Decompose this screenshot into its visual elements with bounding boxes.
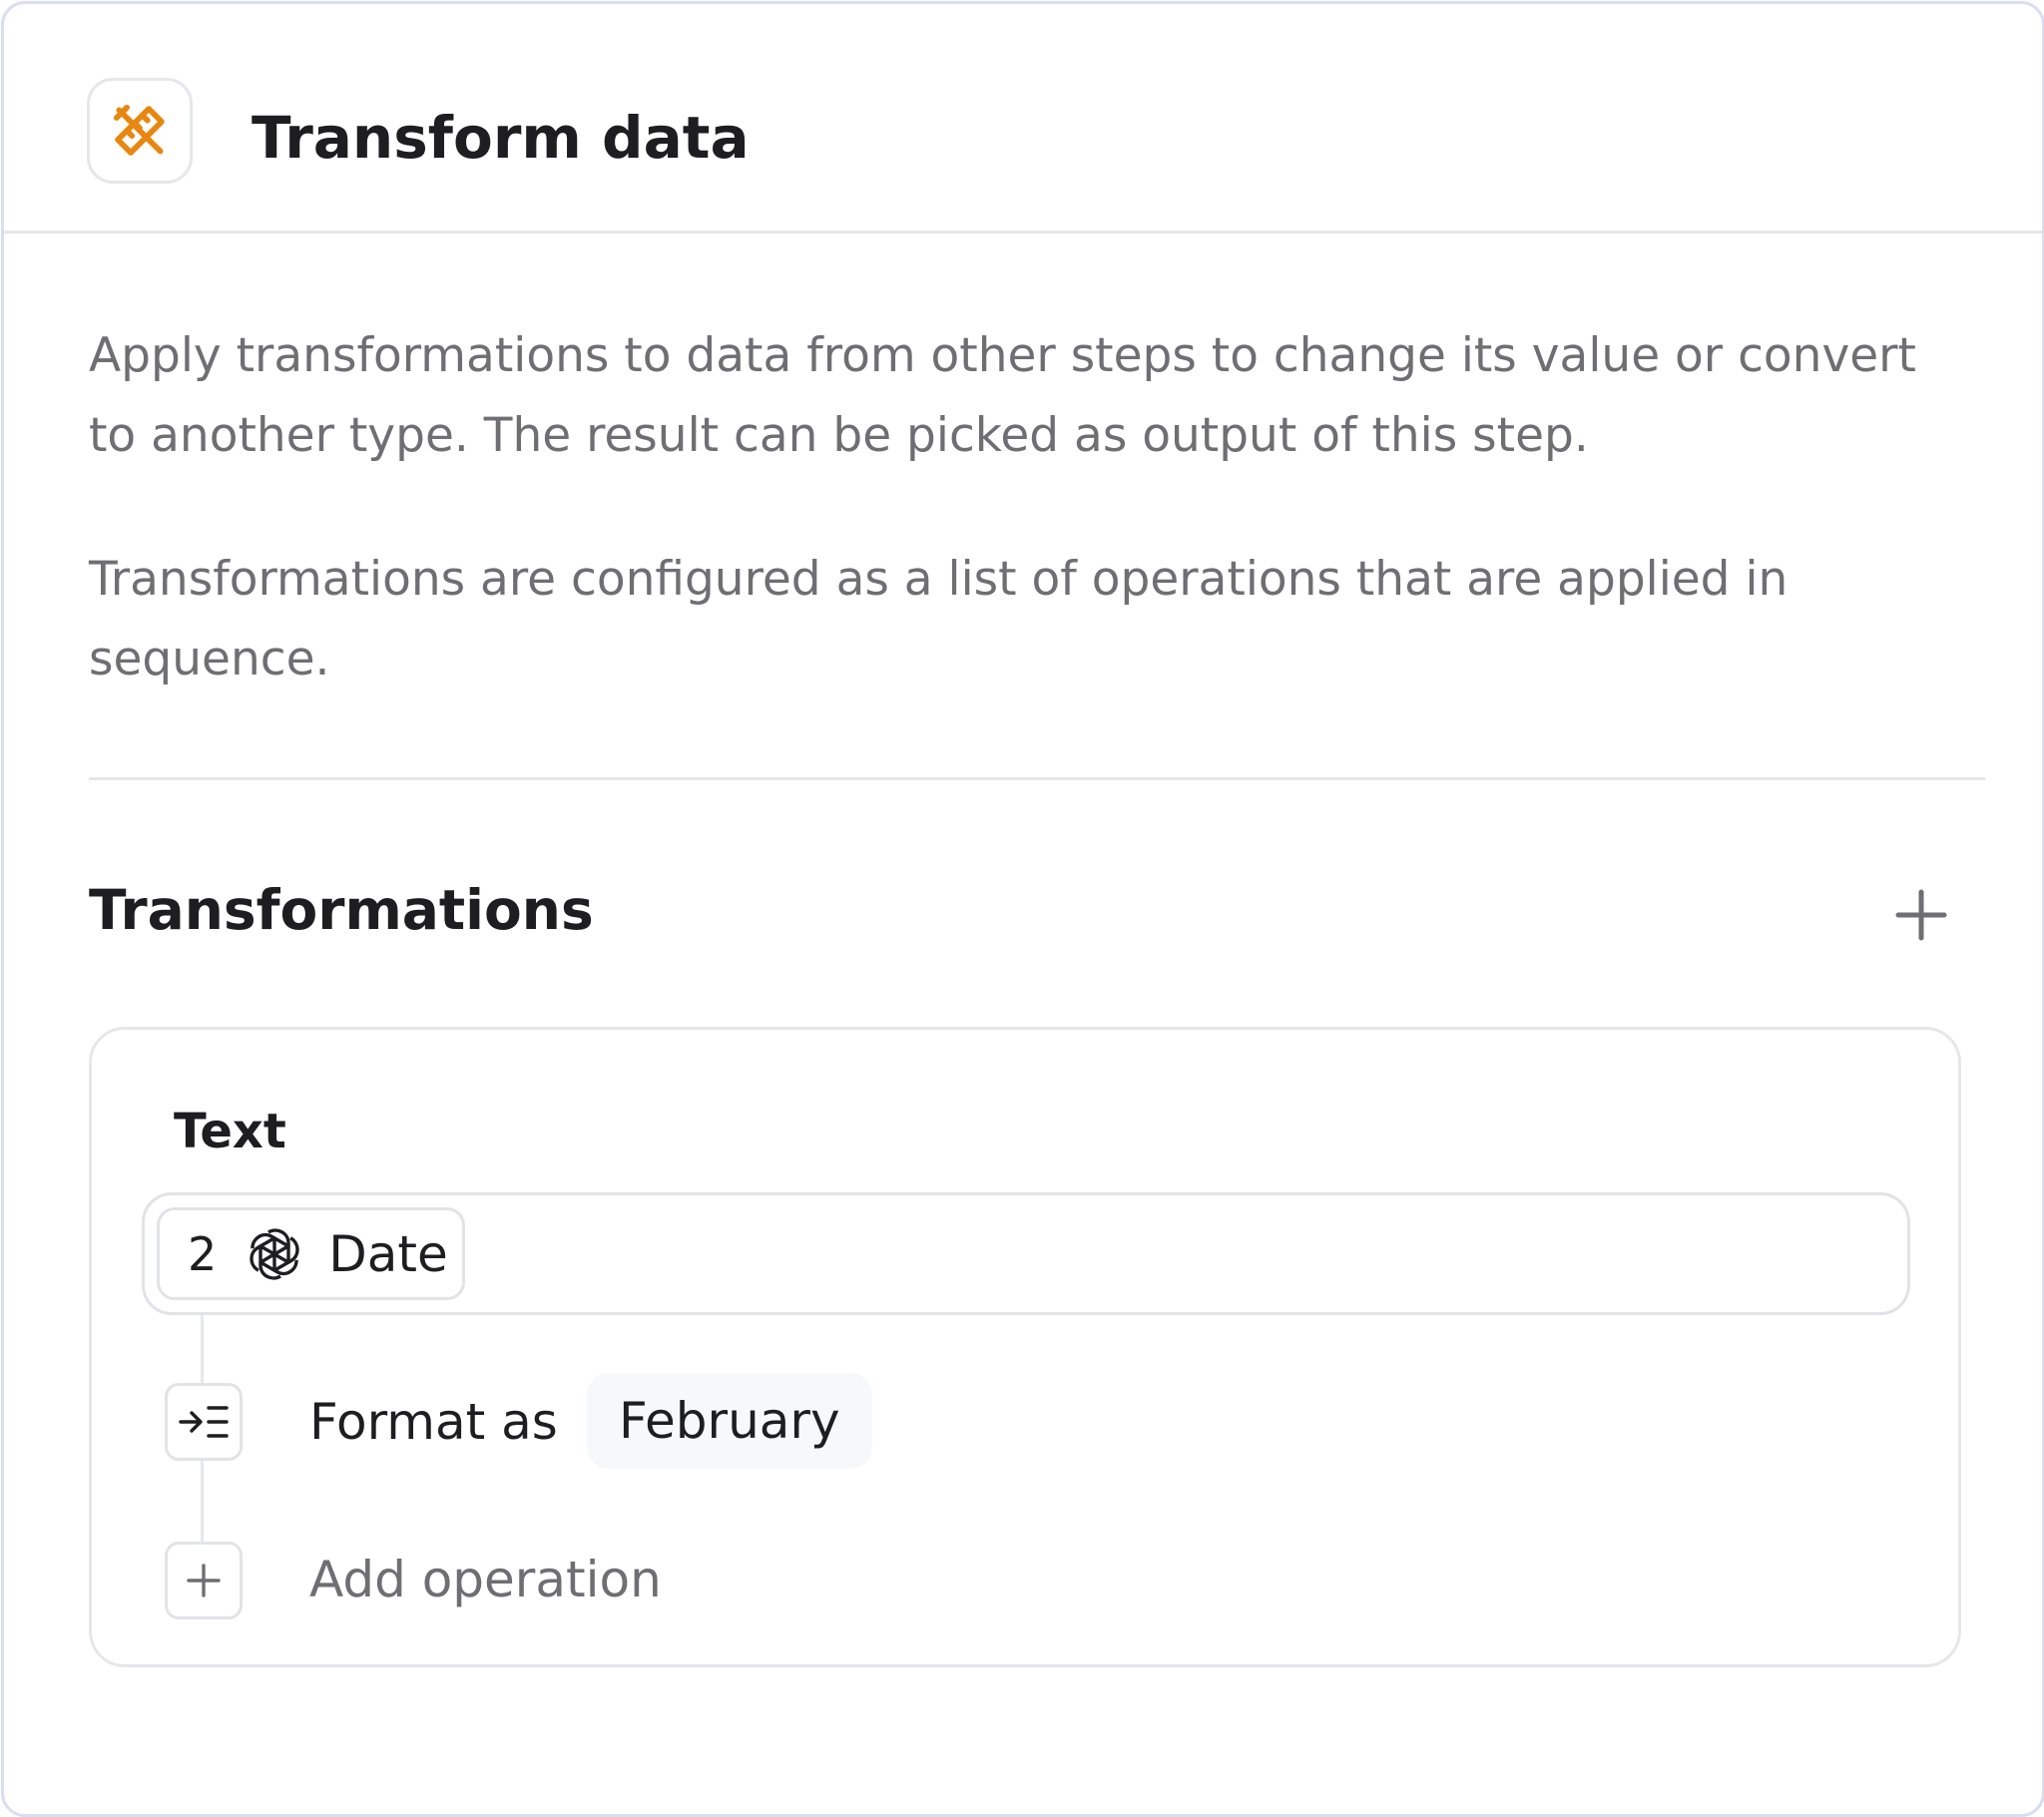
add-operation-button[interactable]: Add operation [309, 1545, 662, 1614]
description-paragraph-2: Transformations are configured as a list… [89, 552, 1788, 686]
openai-icon [243, 1222, 306, 1286]
source-chip[interactable]: 2 Date [157, 1207, 465, 1300]
transform-data-panel: Transform data Apply transformations to … [1, 1, 2044, 1817]
transformation-label: Text [174, 1104, 286, 1159]
operation-label: Format as [309, 1393, 558, 1451]
source-label: Date [328, 1224, 448, 1283]
ruler-pencil-icon [87, 78, 193, 184]
add-transformation-button[interactable] [1892, 886, 1950, 944]
source-step-number: 2 [188, 1226, 218, 1281]
source-field[interactable]: 2 Date [142, 1192, 1910, 1315]
transformation-card: Text 2 Date Format as February Add opera… [89, 1027, 1961, 1667]
add-operation-icon-button[interactable] [165, 1542, 243, 1619]
plus-icon [187, 1564, 221, 1597]
description-paragraph-1: Apply transformations to data from other… [89, 328, 1916, 463]
description: Apply transformations to data from other… [89, 233, 1985, 780]
panel-header: Transform data [4, 4, 2042, 233]
transformations-title: Transformations [89, 878, 594, 942]
plus-icon [1895, 889, 1947, 941]
operation-value-selector[interactable]: February [587, 1373, 872, 1469]
indent-list-icon[interactable] [165, 1383, 243, 1461]
page-title: Transform data [252, 104, 750, 172]
